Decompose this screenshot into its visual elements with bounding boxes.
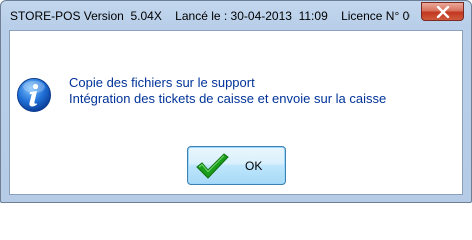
message-line-2: Intégration des tickets de caisse et env… xyxy=(69,91,387,106)
message-text: Copie des fichiers sur le support Intégr… xyxy=(69,75,386,107)
dialog-window: STORE-POS Version 5.04X Lancé le : 30-04… xyxy=(0,0,472,203)
ok-button[interactable]: OK xyxy=(187,146,286,185)
dialog-body: Copie des fichiers sur le support Intégr… xyxy=(9,30,463,195)
title-bar[interactable]: STORE-POS Version 5.04X Lancé le : 30-04… xyxy=(1,1,471,30)
close-x-icon xyxy=(436,6,450,18)
close-button[interactable] xyxy=(421,2,464,21)
ok-button-label: OK xyxy=(245,159,263,173)
message-line-1: Copie des fichiers sur le support xyxy=(69,75,255,90)
green-checkmark-icon xyxy=(196,153,229,179)
info-icon xyxy=(17,78,51,112)
window-title: STORE-POS Version 5.04X Lancé le : 30-04… xyxy=(10,9,410,23)
